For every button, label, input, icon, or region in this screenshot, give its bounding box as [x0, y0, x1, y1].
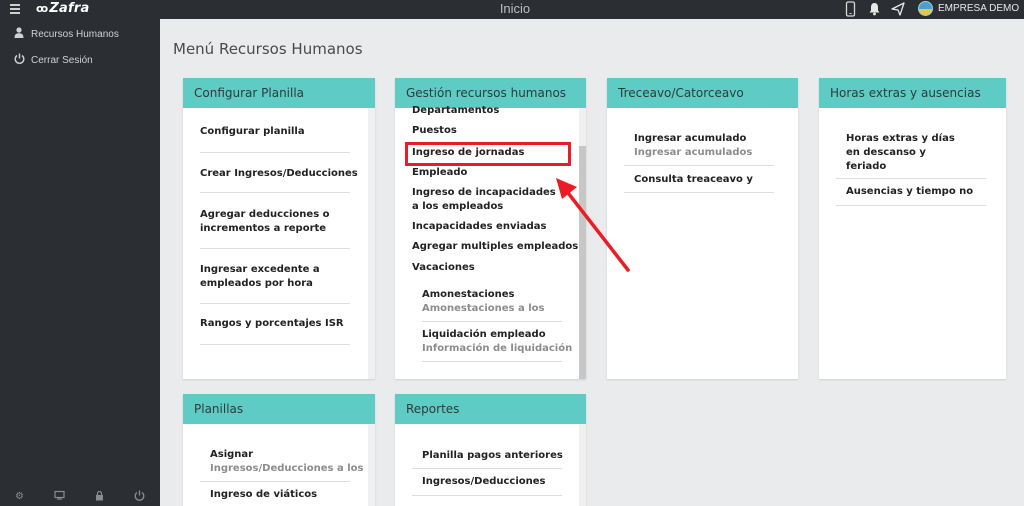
power-icon	[13, 53, 25, 67]
menu-item-ingreso-incapacidades[interactable]: Ingreso de incapacidades a los empleados	[412, 186, 562, 214]
menu-item-label: Asignar	[210, 449, 254, 460]
menu-item-amonestaciones[interactable]: Amonestaciones Amonestaciones a los	[422, 288, 544, 316]
menu-item-incapacidades-enviadas[interactable]: Incapacidades enviadas	[412, 220, 547, 234]
divider	[200, 344, 350, 345]
sidebar-item-cerrar-sesion[interactable]: Cerrar Sesión	[0, 50, 93, 70]
scrollbar[interactable]	[579, 424, 586, 506]
chevron-down-icon: ⌄	[938, 15, 945, 24]
sidebar-item-label: Cerrar Sesión	[31, 54, 93, 66]
card-configurar-planilla: Configurar Planilla Configurar planilla …	[183, 78, 375, 379]
divider	[200, 248, 350, 249]
scrollbar-thumb[interactable]	[579, 146, 586, 379]
scrollbar[interactable]	[368, 108, 375, 379]
top-bar: ꝏZafra Inicio EMPRESA DEMO ⌄	[0, 0, 1024, 24]
page-title: Menú Recursos Humanos	[173, 40, 363, 58]
sidebar-footer: ⚙	[0, 487, 160, 506]
menu-item-ingreso-viaticos[interactable]: Ingreso de viáticos	[210, 488, 317, 502]
menu-item-ingresos-deducciones[interactable]: Ingresos/Deducciones	[422, 475, 546, 489]
card-header: Treceavo/Catorceavo	[607, 78, 798, 108]
menu-item-configurar-planilla[interactable]: Configurar planilla	[200, 125, 305, 139]
scrollbar[interactable]	[368, 424, 375, 506]
avatar[interactable]	[918, 1, 933, 16]
divider	[422, 321, 562, 322]
menu-item-subtitle: Ingresar acumulados	[634, 147, 753, 158]
menu-item-label: Ingresar acumulado	[634, 133, 747, 144]
menu-item-ausencias[interactable]: Ausencias y tiempo no	[846, 185, 973, 199]
power-icon[interactable]	[134, 490, 145, 504]
menu-item-subtitle: Ingresos/Deducciones a los	[210, 463, 364, 474]
menu-item-planilla-pagos[interactable]: Planilla pagos anteriores	[422, 449, 563, 463]
bell-icon[interactable]	[868, 2, 881, 16]
mobile-icon[interactable]	[845, 1, 856, 17]
menu-item-subtitle: Amonestaciones a los	[422, 303, 545, 314]
divider	[624, 192, 774, 193]
menu-item-departamentos[interactable]: Departamentos	[412, 104, 499, 118]
card-planillas: Planillas Asignar Ingresos/Deducciones a…	[183, 394, 375, 506]
menu-item-crear-ingresos[interactable]: Crear Ingresos/Deducciones	[200, 167, 358, 181]
divider	[200, 303, 350, 304]
menu-item-vacaciones[interactable]: Vacaciones	[412, 261, 475, 275]
card-horas-extras-ausencias: Horas extras y ausencias Horas extras y …	[819, 78, 1006, 379]
menu-item-ingresar-acumulado[interactable]: Ingresar acumulado Ingresar acumulados	[634, 132, 752, 160]
company-selector[interactable]: EMPRESA DEMO ⌄	[938, 3, 1024, 25]
menu-item-consulta-treaceavo[interactable]: Consulta treaceavo y	[634, 173, 753, 187]
send-icon[interactable]	[891, 2, 905, 16]
menu-item-puestos[interactable]: Puestos	[412, 124, 457, 138]
divider	[200, 192, 350, 193]
menu-item-agregar-deducciones[interactable]: Agregar deducciones o incrementos a repo…	[200, 208, 340, 236]
company-name: EMPRESA DEMO	[938, 3, 1020, 14]
screen-icon[interactable]	[54, 490, 65, 503]
menu-item-asignar[interactable]: Asignar Ingresos/Deducciones a los	[210, 448, 363, 476]
menu-item-label: Amonestaciones	[422, 289, 515, 300]
highlight-box	[405, 142, 571, 166]
user-icon	[13, 27, 25, 41]
sidebar-item-label: Recursos Humanos	[31, 28, 119, 40]
sidebar-item-recursos-humanos[interactable]: Recursos Humanos	[0, 24, 119, 44]
sidebar: Recursos Humanos Cerrar Sesión ⚙	[0, 19, 160, 506]
card-treceavo-catorceavo: Treceavo/Catorceavo Ingresar acumulado I…	[607, 78, 798, 379]
lock-icon[interactable]	[95, 490, 104, 504]
gear-icon[interactable]: ⚙	[15, 491, 24, 502]
divider	[200, 481, 350, 482]
card-header: Configurar Planilla	[183, 78, 375, 108]
divider	[412, 495, 562, 496]
menu-item-subtitle: Información de liquidación	[422, 343, 573, 354]
menu-item-agregar-multiples[interactable]: Agregar multiples empleados	[412, 240, 578, 254]
menu-item-liquidacion[interactable]: Liquidación empleado Información de liqu…	[422, 328, 572, 356]
card-header: Reportes	[395, 394, 586, 424]
menu-item-ingresar-excedente[interactable]: Ingresar excedente a empleados por hora	[200, 263, 350, 291]
menu-item-rangos-isr[interactable]: Rangos y porcentajes ISR	[200, 317, 344, 331]
card-reportes: Reportes Planilla pagos anteriores Ingre…	[395, 394, 586, 506]
divider	[200, 152, 350, 153]
card-header: Horas extras y ausencias	[819, 78, 1006, 108]
menu-item-empleado[interactable]: Empleado	[412, 166, 467, 180]
card-gestion-recursos-humanos: Gestión recursos humanos Departamentos P…	[395, 78, 586, 379]
divider	[836, 205, 986, 206]
menu-item-label: Liquidación empleado	[422, 329, 546, 340]
divider	[412, 468, 562, 469]
divider	[836, 178, 986, 179]
menu-item-horas-extras[interactable]: Horas extras y días en descanso y feriad…	[846, 132, 961, 174]
card-header: Planillas	[183, 394, 375, 424]
divider	[624, 165, 774, 166]
divider	[422, 361, 562, 362]
